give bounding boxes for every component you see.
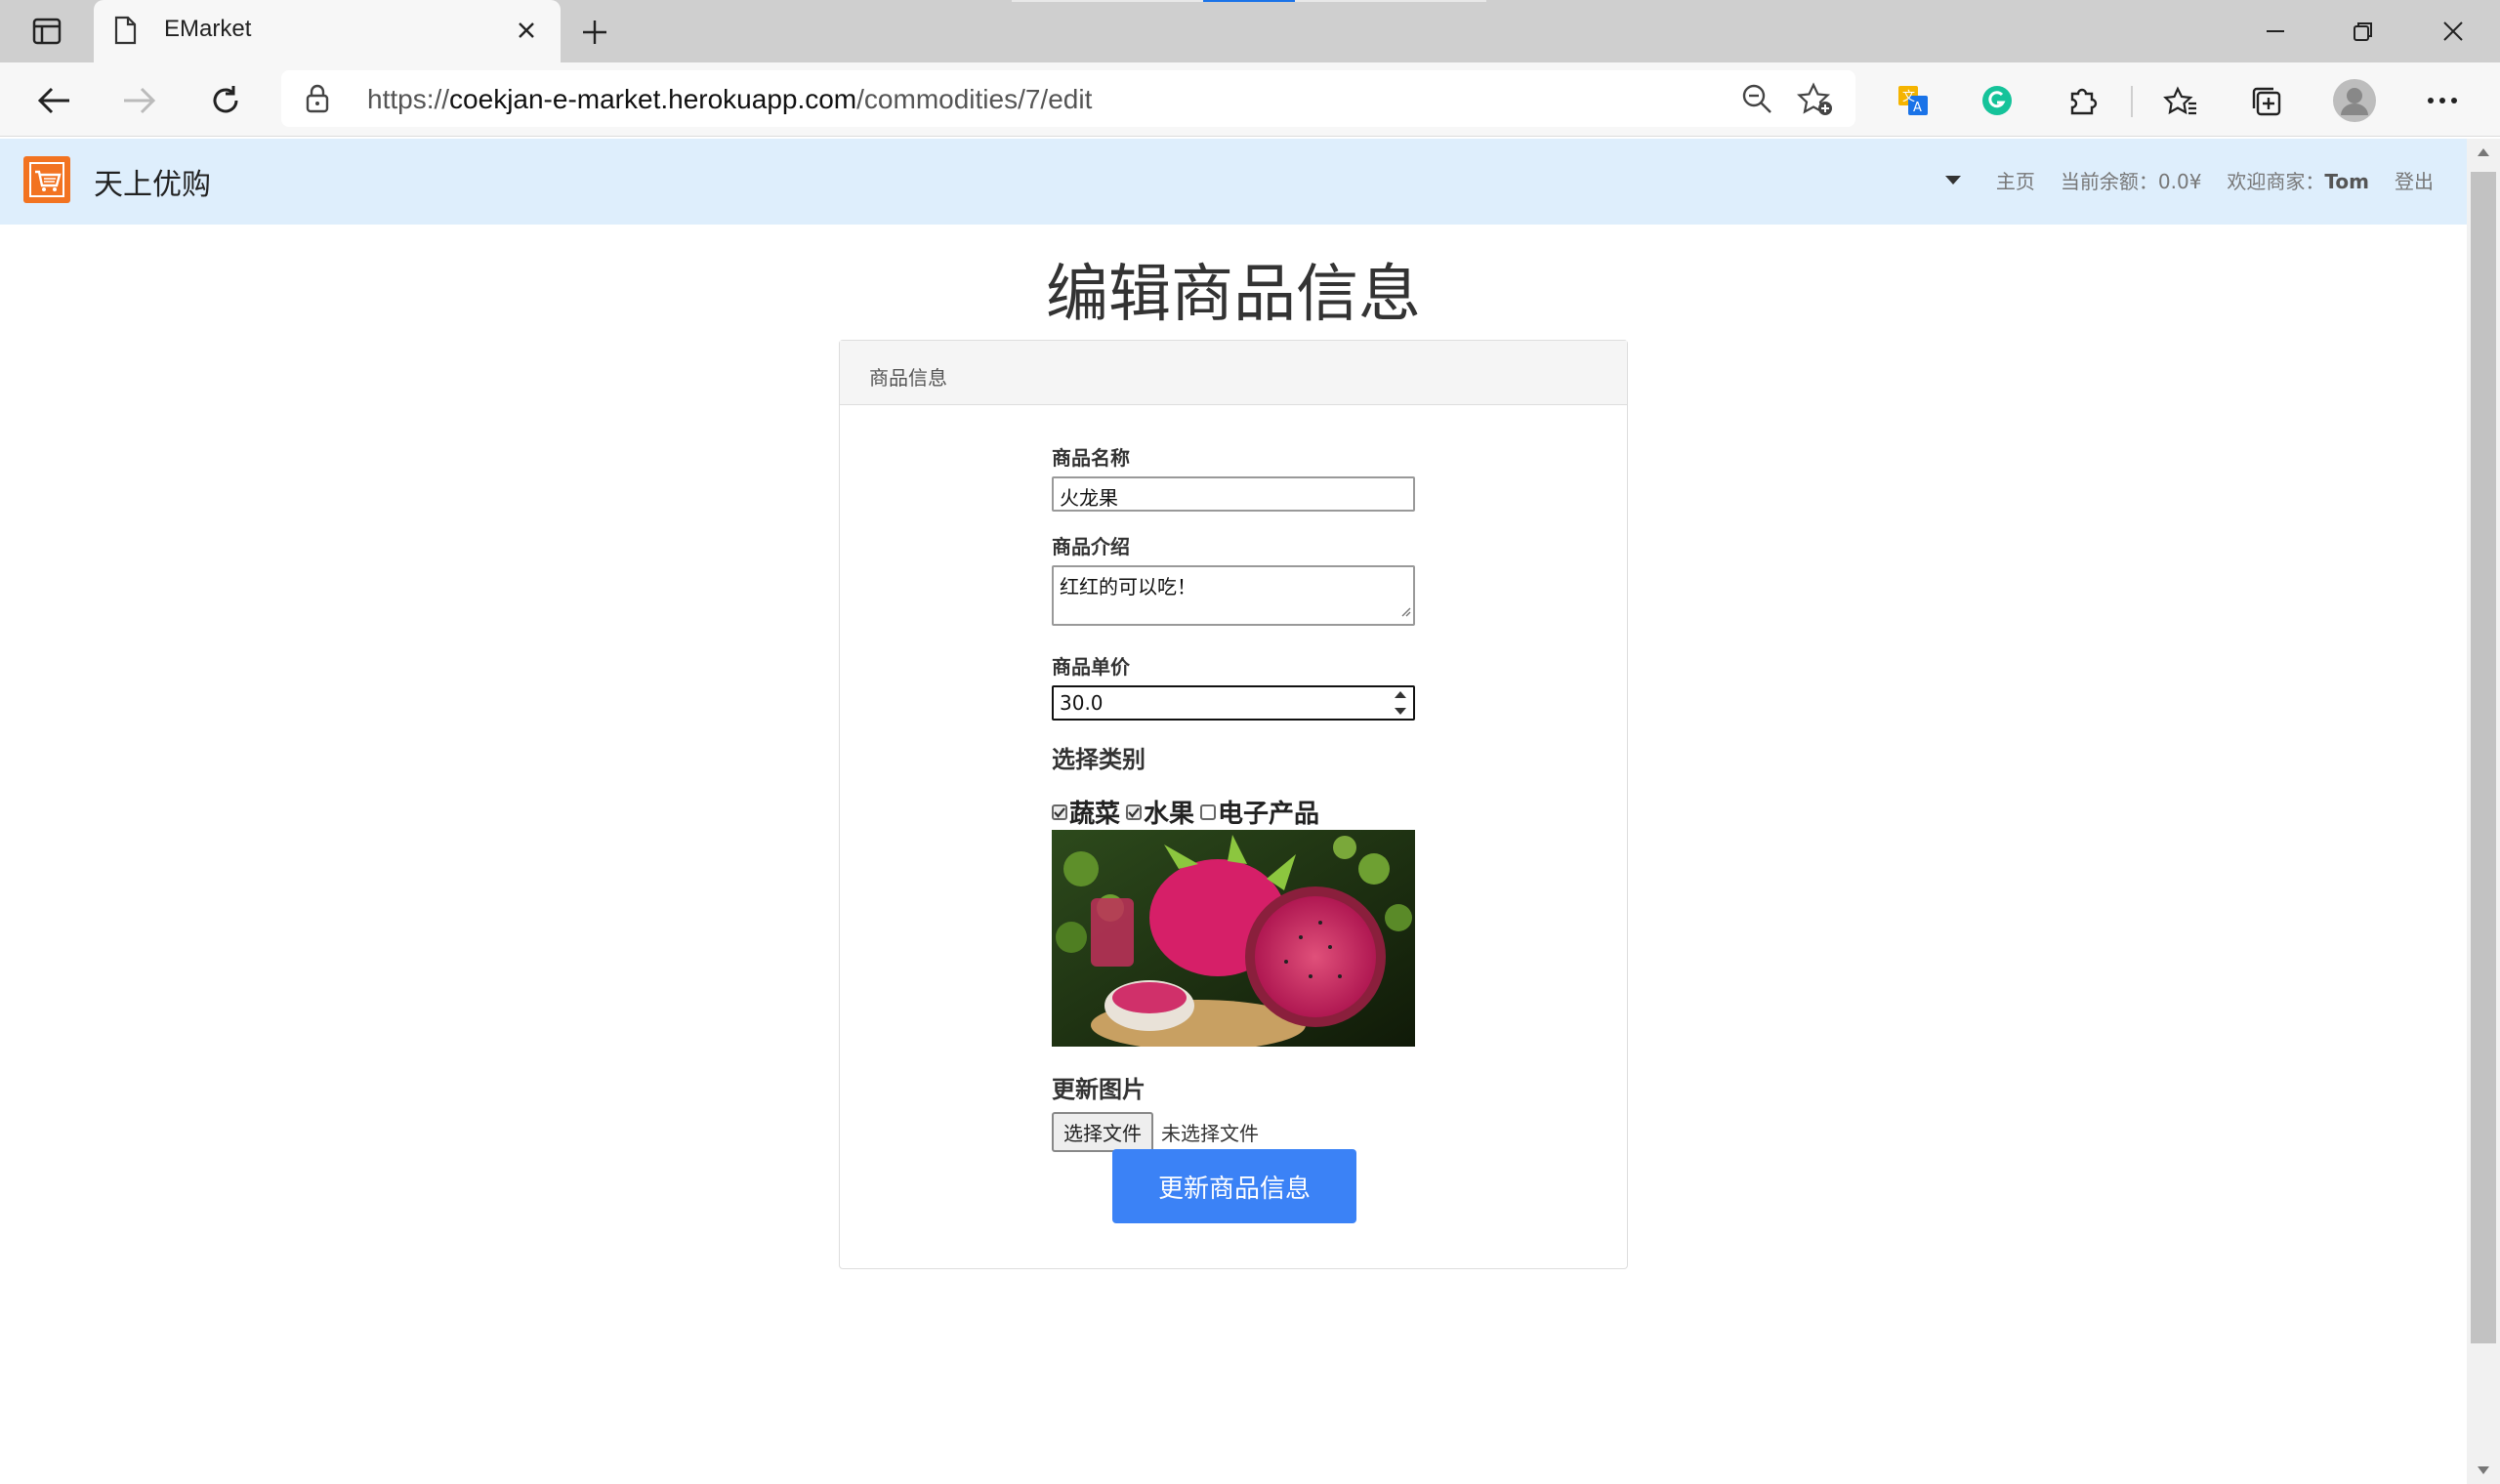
description-textarea[interactable]: 红红的可以吃！ <box>1052 565 1415 626</box>
panel-heading: 商品信息 <box>840 341 1627 405</box>
checkbox-checked-icon[interactable] <box>1052 804 1067 820</box>
site-navbar: 天上优购 主页 当前余额：0.0¥ 欢迎商家：Tom 登出 <box>0 139 2467 225</box>
tab-actions-icon[interactable] <box>18 12 76 51</box>
scroll-thumb[interactable] <box>2471 172 2496 1343</box>
browser-tab-bar: EMarket <box>0 0 2500 62</box>
browser-toolbar: https://coekjan-e-market.herokuapp.com/c… <box>0 62 2500 137</box>
favorites-icon[interactable] <box>2156 76 2205 125</box>
price-label: 商品单价 <box>1052 655 1130 679</box>
tab-strip-divider <box>1295 0 1486 2</box>
forward-icon[interactable] <box>115 76 164 125</box>
page-icon <box>113 16 137 49</box>
more-menu-icon[interactable] <box>2418 76 2467 125</box>
minimize-icon[interactable] <box>2236 10 2314 53</box>
svg-text:A: A <box>1913 101 1922 115</box>
logout-link[interactable]: 登出 <box>2395 166 2434 194</box>
price-input[interactable]: 30.0 <box>1052 685 1415 721</box>
page-title: 编辑商品信息 <box>1046 259 1421 331</box>
scroll-up-icon[interactable] <box>2476 146 2491 158</box>
checkbox-unchecked-icon[interactable] <box>1200 804 1217 820</box>
add-favorite-icon[interactable] <box>1796 82 1834 121</box>
name-label: 商品名称 <box>1052 446 1130 470</box>
welcome-text: 欢迎商家：Tom <box>2227 170 2369 193</box>
back-icon[interactable] <box>29 76 78 125</box>
category-vegetable[interactable]: 蔬菜 <box>1052 794 1120 830</box>
restore-icon[interactable] <box>2324 10 2402 53</box>
page-scrollbar[interactable] <box>2467 139 2500 1484</box>
tab-strip-divider <box>1012 0 1203 2</box>
grammarly-icon[interactable] <box>1973 76 2021 125</box>
balance-text: 当前余额：0.0¥ <box>2060 170 2202 193</box>
commodity-panel: 商品信息 商品名称 火龙果 商品介绍 红红的可以吃！ 商品单价 30.0 选择类… <box>839 340 1628 1269</box>
dropdown-caret-icon[interactable] <box>1944 176 1961 185</box>
reload-icon[interactable] <box>201 76 250 125</box>
lock-icon[interactable] <box>305 84 330 117</box>
cart-logo-icon[interactable] <box>23 156 70 203</box>
collections-icon[interactable] <box>2242 76 2291 125</box>
zoom-out-icon[interactable] <box>1740 82 1773 119</box>
image-label: 更新图片 <box>1052 1076 1146 1103</box>
price-stepper[interactable] <box>1394 691 1407 715</box>
category-fruit[interactable]: 水果 <box>1126 794 1194 830</box>
nav-home-link[interactable]: 主页 <box>1996 166 2035 194</box>
tab-title: EMarket <box>164 16 252 42</box>
edit-commodity-form: 商品名称 火龙果 商品介绍 红红的可以吃！ 商品单价 30.0 选择类别 蔬菜 … <box>1052 442 1415 1152</box>
new-tab-icon[interactable] <box>574 12 615 53</box>
extensions-icon[interactable] <box>2059 76 2107 125</box>
close-tab-icon[interactable] <box>510 14 543 47</box>
category-checkboxes: 蔬菜 水果 电子产品 <box>1052 794 1415 830</box>
profile-avatar-icon[interactable] <box>2330 76 2379 125</box>
brand-name[interactable]: 天上优购 <box>94 160 211 203</box>
translate-icon[interactable]: 文A <box>1889 76 1938 125</box>
username: Tom <box>2324 170 2369 193</box>
navbar-right: 主页 当前余额：0.0¥ 欢迎商家：Tom 登出 <box>1944 166 2434 194</box>
address-bar[interactable]: https://coekjan-e-market.herokuapp.com/c… <box>281 70 1855 127</box>
product-image <box>1052 830 1415 1047</box>
name-input[interactable]: 火龙果 <box>1052 476 1415 512</box>
active-tab[interactable]: EMarket <box>94 0 561 62</box>
file-status: 未选择文件 <box>1161 1122 1259 1145</box>
update-commodity-button[interactable]: 更新商品信息 <box>1112 1149 1356 1223</box>
toolbar-separator <box>2131 86 2133 117</box>
category-electronics[interactable]: 电子产品 <box>1200 794 1319 830</box>
category-label: 选择类别 <box>1052 746 1146 773</box>
scroll-down-icon[interactable] <box>2476 1464 2491 1476</box>
checkbox-checked-icon[interactable] <box>1126 804 1143 820</box>
choose-file-button[interactable]: 选择文件 <box>1052 1112 1153 1152</box>
url-text[interactable]: https://coekjan-e-market.herokuapp.com/c… <box>367 84 1092 115</box>
close-window-icon[interactable] <box>2414 10 2492 53</box>
resize-grip-icon[interactable] <box>1399 598 1411 622</box>
file-upload: 选择文件 未选择文件 <box>1052 1112 1415 1152</box>
loading-indicator <box>1203 0 1295 2</box>
description-label: 商品介绍 <box>1052 535 1130 558</box>
